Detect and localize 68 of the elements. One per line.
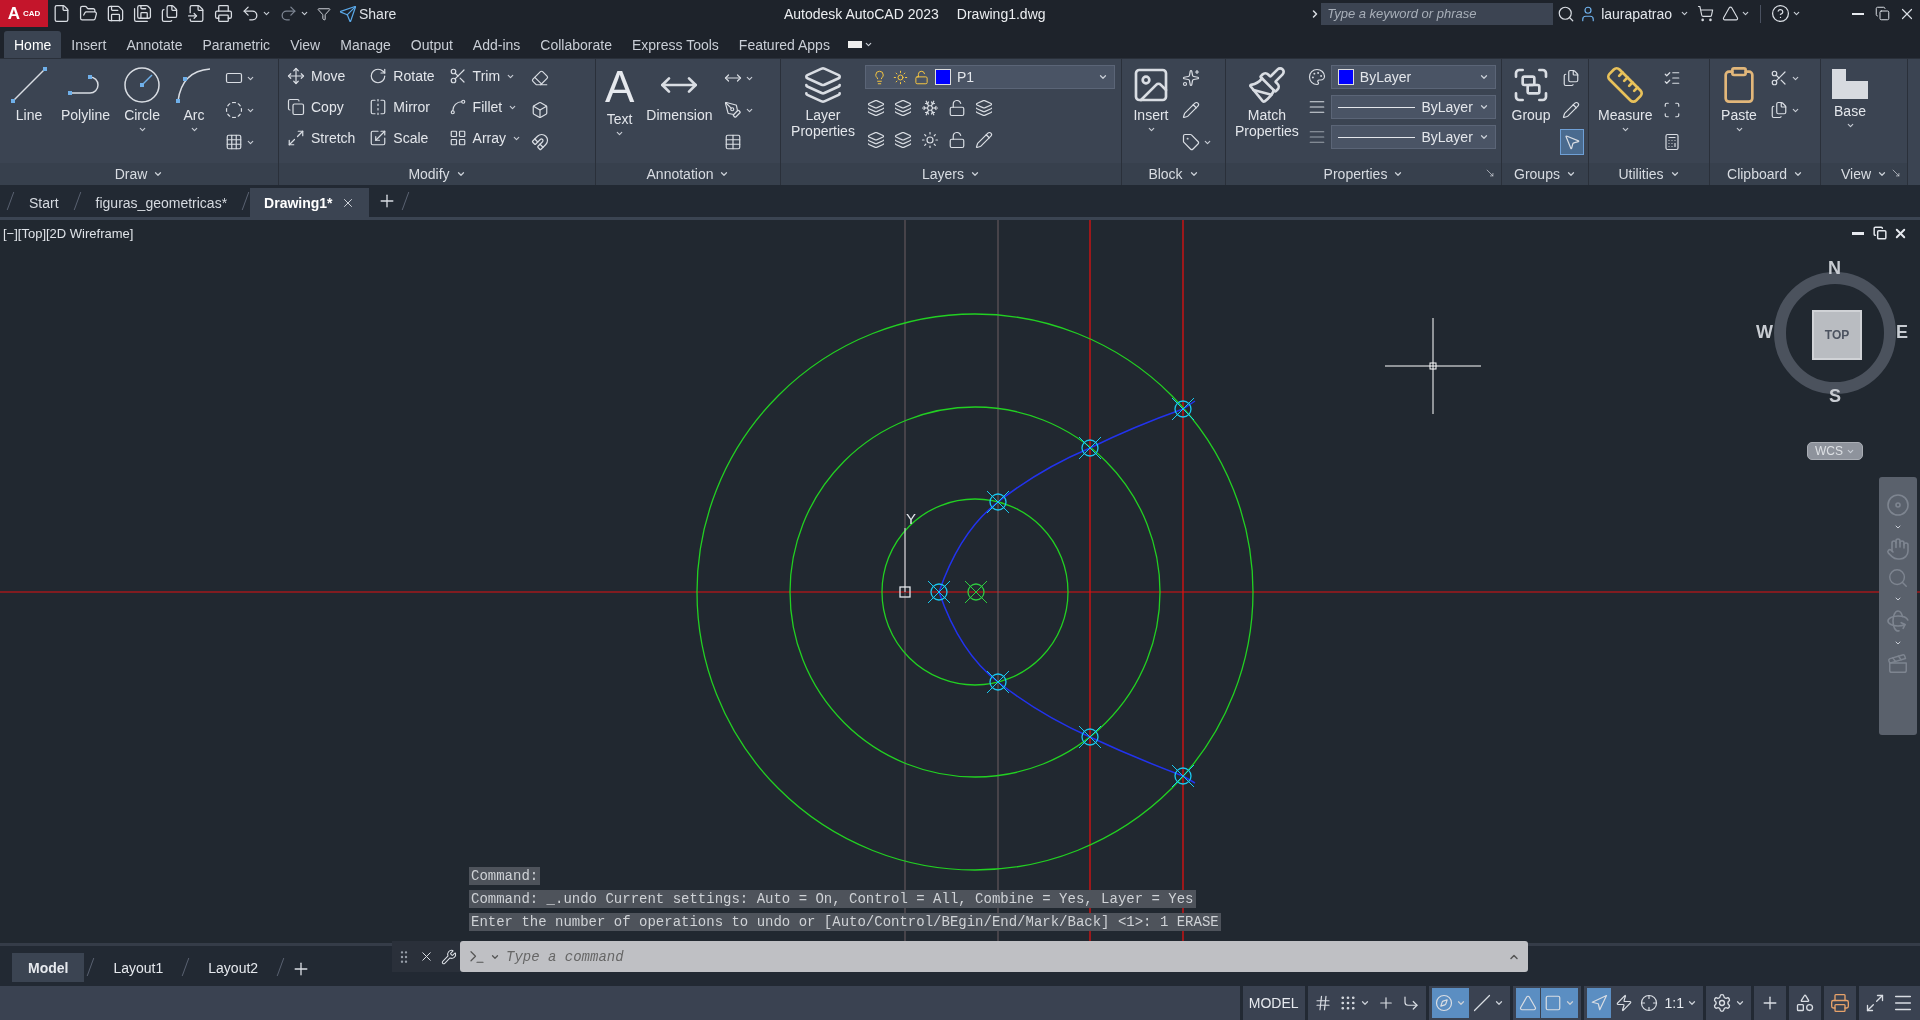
user-name[interactable]: laurapatrao [1601, 5, 1672, 22]
panel-title[interactable]: Layers [781, 163, 1121, 185]
compass-letter[interactable]: S [1829, 386, 1841, 407]
ribbon-tab[interactable]: Home [4, 31, 62, 58]
ribbon-tool-button[interactable]: Fillet [446, 94, 524, 120]
ribbon-tool-button[interactable]: Move [285, 63, 358, 89]
ribbon-tool-button[interactable]: A Text [602, 63, 638, 141]
ribbon-tab[interactable]: Annotate [116, 31, 193, 58]
letter-icon: A [605, 65, 635, 109]
compass-letter[interactable]: W [1756, 322, 1773, 343]
panel-title[interactable]: Clipboard [1710, 163, 1820, 185]
ribbon-tab[interactable]: Manage [330, 31, 401, 58]
ribbon-tool-button[interactable]: Polyline [58, 63, 114, 126]
ribbon-tool-button[interactable]: Scale [367, 125, 437, 151]
file-name: Drawing1.dwg [956, 5, 1046, 22]
ribbon-tool-button[interactable]: Arc [171, 63, 218, 137]
ribbon-tool-button[interactable]: Match Properties [1232, 63, 1302, 142]
file-tab[interactable]: Start [15, 188, 73, 217]
ribbon-tool-button[interactable]: Measure [1595, 63, 1656, 137]
property-dropdown[interactable]: ByLayer [1330, 125, 1496, 149]
share-button[interactable]: Share [335, 0, 401, 27]
file-tab[interactable]: figuras_geometricas* [81, 188, 242, 217]
command-input-field[interactable]: Type a command [504, 947, 1504, 966]
ribbon-tool-button[interactable]: Stretch [285, 125, 358, 151]
file-tab[interactable]: Drawing1* [250, 188, 369, 217]
compass-letter[interactable]: N [1828, 258, 1841, 279]
ribbon-tab[interactable]: Express Tools [621, 31, 729, 58]
axis-label: Y [906, 510, 916, 527]
panel-title[interactable]: Block [1122, 163, 1225, 185]
panel-title[interactable]: Groups [1502, 163, 1588, 185]
search-field[interactable]: Type a keyword or phrase [1321, 2, 1554, 25]
ribbon-tool-button[interactable]: Insert [1128, 63, 1174, 137]
ribbon-tool-button[interactable]: Rotate [367, 63, 437, 89]
viewport-controls-label[interactable]: [−][Top][2D Wireframe] [3, 226, 134, 241]
panel-title[interactable]: Draw [0, 163, 278, 185]
ribbon-tab[interactable]: Output [400, 31, 463, 58]
command-line-field[interactable]: Type a command [460, 941, 1528, 972]
ribbon-tool-button[interactable]: Circle [119, 63, 166, 137]
ribbon-tab[interactable]: Add-ins [462, 31, 531, 58]
panel-title[interactable]: Modify [279, 163, 595, 185]
app-title: Autodesk AutoCAD 2023 [783, 5, 939, 22]
ribbon-tool-button[interactable]: Layer Properties [787, 63, 859, 142]
ribbon-tool-button[interactable]: Trim [446, 63, 524, 89]
ribbon-tool-button[interactable]: Copy [285, 94, 358, 120]
layout-tab[interactable]: Layout2 [192, 953, 275, 982]
property-dropdown[interactable]: P1 [865, 65, 1115, 89]
property-dropdown[interactable]: ByLayer [1330, 65, 1496, 89]
ribbon-tool-button[interactable]: Array [446, 125, 524, 151]
ribbon-tab[interactable]: View [280, 31, 331, 58]
ribbon-tool-button[interactable]: Mirror [367, 94, 437, 120]
ribbon-tool-button[interactable]: Group [1508, 63, 1554, 126]
panel-title[interactable]: Properties [1226, 163, 1501, 185]
ribbon-tool-button[interactable]: Paste [1716, 63, 1762, 137]
viewcube-face[interactable]: TOP [1812, 310, 1862, 360]
ribbon-tab[interactable]: Collaborate [530, 31, 622, 58]
panel-title[interactable]: View [1821, 163, 1907, 185]
layout-tab[interactable]: Layout1 [97, 953, 180, 982]
ribbon-tool-button[interactable]: Dimension [643, 63, 716, 126]
ribbon-tab[interactable]: Parametric [192, 31, 281, 58]
ribbon-tab[interactable]: Insert [61, 31, 117, 58]
compass-letter[interactable]: E [1896, 322, 1908, 343]
panel-title[interactable]: Annotation [596, 163, 780, 185]
layout-tab[interactable]: Model [12, 953, 85, 982]
ribbon-tool-button[interactable]: Base [1827, 63, 1873, 133]
ribbon-tab[interactable]: Featured Apps [728, 31, 840, 58]
ribbon-tool-button[interactable]: Line [6, 63, 52, 126]
property-dropdown[interactable]: ByLayer [1330, 95, 1496, 119]
panel-title[interactable]: Utilities [1589, 163, 1709, 185]
